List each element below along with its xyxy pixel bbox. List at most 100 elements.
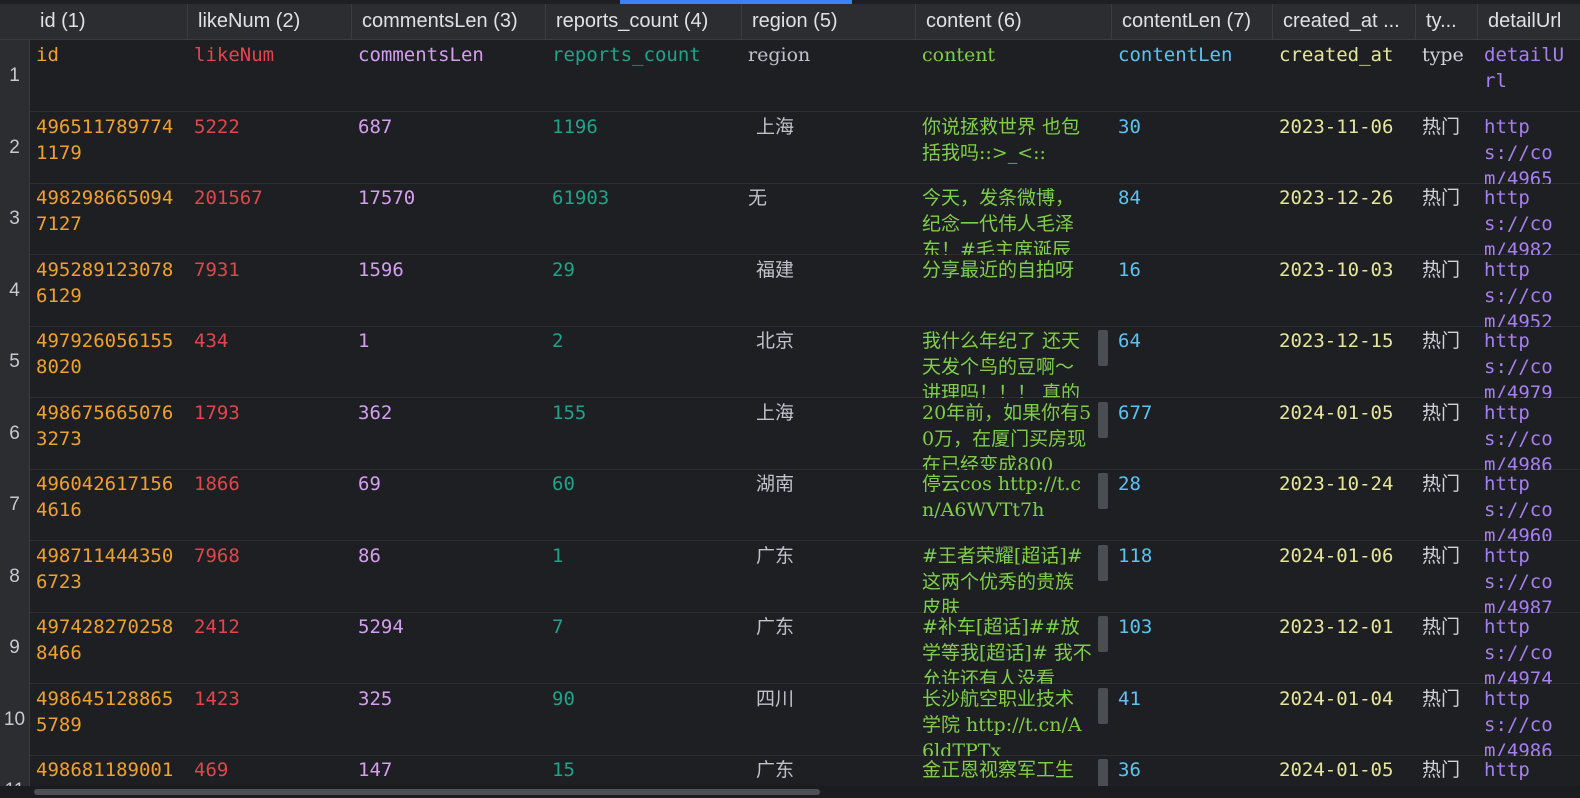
cell-like[interactable]: 5222 (188, 112, 352, 184)
column-header-created-at[interactable]: created_at ... (1273, 4, 1416, 39)
cell-scrollbar[interactable] (1098, 473, 1108, 509)
cell-like[interactable]: 1793 (188, 398, 352, 470)
cell-date[interactable]: 2023-10-03 (1273, 255, 1416, 327)
cell-len[interactable]: 64 (1112, 326, 1273, 398)
table-row[interactable]: 1 id likeNum commentsLen reports_count region… (0, 40, 1580, 112)
column-header-content[interactable]: content (6) (916, 4, 1112, 39)
cell-type[interactable]: 热门 (1416, 612, 1478, 684)
cell-rep[interactable]: reports_count (546, 40, 742, 112)
row-number[interactable]: 8 (0, 540, 30, 613)
cell-id[interactable]: 4987114443506723 (30, 541, 188, 613)
table-row[interactable]: 2 4965117897741179 5222 687 1196 上海 你说拯救世界 也包括… (0, 111, 1580, 184)
cell-url[interactable]: https://com/4979 (1478, 326, 1580, 398)
cell-reg[interactable]: region (742, 40, 916, 112)
cell-url[interactable]: detailUrl (1478, 40, 1580, 112)
cell-cont[interactable]: 今天，发条微博，纪念一代伟人毛泽东！#毛主席诞辰 (916, 183, 1098, 255)
cell-len[interactable]: 118 (1112, 541, 1273, 613)
cell-date[interactable]: 2023-11-06 (1273, 112, 1416, 184)
row-number[interactable]: 2 (0, 111, 30, 184)
table-row[interactable]: 8 4987114443506723 7968 86 1 广东 #王者荣耀[超话]#这两个优… (0, 540, 1580, 613)
cell-len[interactable]: 28 (1112, 469, 1273, 541)
cell-comm[interactable]: 362 (352, 398, 546, 470)
cell-cont[interactable]: #王者荣耀[超话]#这两个优秀的贵族皮肤 (916, 541, 1098, 613)
column-header-commentslen[interactable]: commentsLen (3) (352, 4, 546, 39)
row-number[interactable]: 10 (0, 683, 30, 756)
table-row[interactable]: 4 4952891230786129 7931 1596 29 福建 分享最近的自拍呀 16 2… (0, 254, 1580, 327)
cell-reg[interactable]: 无 (742, 183, 916, 255)
cell-scrollbar[interactable] (1098, 544, 1108, 581)
cell-cont[interactable]: 长沙航空职业技术学院 http://t.cn/A6ldTPTx (916, 684, 1098, 756)
cell-id[interactable]: 4986756650763273 (30, 398, 188, 470)
cell-scrollbar[interactable] (1098, 687, 1108, 724)
cell-url[interactable]: https://com/4986 (1478, 684, 1580, 756)
cell-date[interactable]: 2024-01-05 (1273, 398, 1416, 470)
cell-date[interactable]: created_at (1273, 40, 1416, 112)
row-number[interactable]: 3 (0, 183, 30, 255)
row-number[interactable]: 7 (0, 469, 30, 541)
cell-len[interactable]: contentLen (1112, 40, 1273, 112)
cell-len[interactable]: 41 (1112, 684, 1273, 756)
cell-comm[interactable]: 86 (352, 541, 546, 613)
cell-rep[interactable]: 7 (546, 612, 742, 684)
cell-comm[interactable]: 69 (352, 469, 546, 541)
cell-type[interactable]: 热门 (1416, 541, 1478, 613)
cell-reg[interactable]: 上海 (742, 112, 916, 184)
cell-comm[interactable]: 687 (352, 112, 546, 184)
cell-like[interactable]: 7968 (188, 541, 352, 613)
cell-id[interactable]: id (30, 40, 188, 112)
cell-scrollbar[interactable] (1098, 616, 1108, 652)
table-row[interactable]: 5 4979260561558020 434 1 2 北京 我什么年纪了 还天天发个鸟的豆啊… (0, 326, 1580, 398)
cell-comm[interactable]: 5294 (352, 612, 546, 684)
cell-rep[interactable]: 61903 (546, 183, 742, 255)
row-number[interactable]: 9 (0, 612, 30, 684)
cell-date[interactable]: 2023-12-15 (1273, 326, 1416, 398)
cell-cont[interactable]: 分享最近的自拍呀 (916, 255, 1098, 327)
cell-comm[interactable]: 17570 (352, 183, 546, 255)
column-header-region[interactable]: region (5) (742, 4, 916, 39)
cell-len[interactable]: 16 (1112, 255, 1273, 327)
cell-reg[interactable]: 湖南 (742, 469, 916, 541)
cell-like[interactable]: 1423 (188, 684, 352, 756)
cell-rep[interactable]: 90 (546, 684, 742, 756)
cell-rep[interactable]: 155 (546, 398, 742, 470)
cell-id[interactable]: 4979260561558020 (30, 326, 188, 398)
cell-scrollbar[interactable] (1098, 401, 1108, 438)
cell-cont[interactable]: 20年前，如果你有50万，在厦门买房现在已经变成800 (916, 398, 1098, 470)
cell-like[interactable]: likeNum (188, 40, 352, 112)
cell-reg[interactable]: 福建 (742, 255, 916, 327)
cell-scrollbar[interactable] (1098, 330, 1108, 366)
cell-rep[interactable]: 29 (546, 255, 742, 327)
row-number[interactable]: 6 (0, 397, 30, 470)
cell-rep[interactable]: 1 (546, 541, 742, 613)
column-header-detailurl[interactable]: detailUrl (1478, 4, 1580, 39)
cell-rep[interactable]: 60 (546, 469, 742, 541)
scrollbar-thumb[interactable] (34, 789, 820, 795)
cell-reg[interactable]: 四川 (742, 684, 916, 756)
cell-type[interactable]: 热门 (1416, 183, 1478, 255)
cell-like[interactable]: 434 (188, 326, 352, 398)
cell-cont[interactable]: content (916, 40, 1098, 112)
table-row[interactable]: 6 4986756650763273 1793 362 155 上海 20年前，如果你有50… (0, 397, 1580, 470)
cell-date[interactable]: 2023-10-24 (1273, 469, 1416, 541)
cell-date[interactable]: 2023-12-26 (1273, 183, 1416, 255)
table-row[interactable]: 9 4974282702588466 2412 5294 7 广东 #补车[超话]##放学等… (0, 612, 1580, 684)
column-header-type[interactable]: ty... (1416, 4, 1478, 39)
cell-url[interactable]: https://com/4986 (1478, 398, 1580, 470)
table-row[interactable]: 3 4982986650947127 201567 17570 61903 无今天，发条微… (0, 183, 1580, 255)
cell-id[interactable]: 4965117897741179 (30, 112, 188, 184)
cell-url[interactable]: https://com/4952 (1478, 255, 1580, 327)
cell-type[interactable]: 热门 (1416, 398, 1478, 470)
cell-url[interactable]: https://com/4982 (1478, 183, 1580, 255)
cell-comm[interactable]: 325 (352, 684, 546, 756)
cell-id[interactable]: 4960426171564616 (30, 469, 188, 541)
row-number[interactable]: 1 (0, 40, 30, 112)
cell-cont[interactable]: 你说拯救世界 也包括我吗::>_<:: (916, 112, 1098, 184)
horizontal-scrollbar[interactable] (0, 786, 1580, 798)
column-header-contentlen[interactable]: contentLen (7) (1112, 4, 1273, 39)
cell-url[interactable]: https://com/4965 (1478, 112, 1580, 184)
cell-comm[interactable]: commentsLen (352, 40, 546, 112)
row-number[interactable]: 4 (0, 254, 30, 327)
cell-comm[interactable]: 1 (352, 326, 546, 398)
cell-date[interactable]: 2024-01-04 (1273, 684, 1416, 756)
cell-id[interactable]: 4974282702588466 (30, 612, 188, 684)
